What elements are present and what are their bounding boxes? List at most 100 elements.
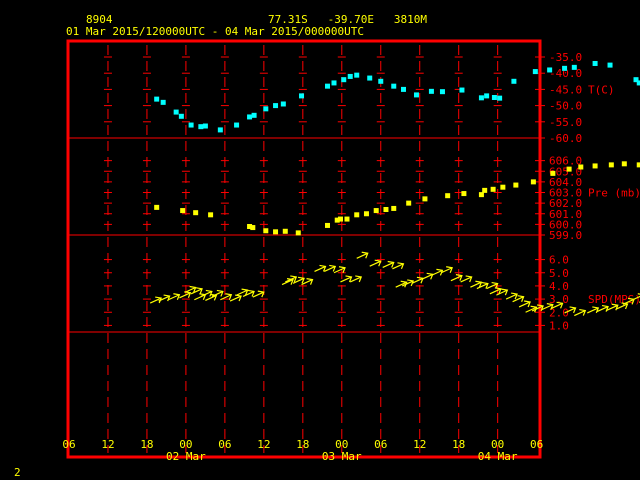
wind-arrow xyxy=(587,306,600,314)
pressure-point xyxy=(263,228,269,234)
pressure-point xyxy=(193,210,199,216)
wind-arrow xyxy=(333,266,346,274)
pressure-point xyxy=(621,161,627,167)
temperature-point xyxy=(428,88,434,94)
wind-arrow xyxy=(518,300,531,308)
pressure-point xyxy=(354,212,360,218)
x-tick-label: 06 xyxy=(374,438,387,451)
x-tick-label: 06 xyxy=(218,438,231,451)
page-number: 2 xyxy=(14,466,21,479)
temperature-point xyxy=(251,112,257,118)
wind-arrow xyxy=(382,260,395,269)
wind-arrow xyxy=(211,289,224,297)
pressure-point xyxy=(282,228,288,234)
pressure-point xyxy=(550,170,556,176)
pressure-point xyxy=(578,164,584,170)
wind-arrow xyxy=(440,266,453,274)
x-axis-labels: 06 12 18 00 06 12 18 00 06 12 18 00 0602 Mar 03 Mar 04… xyxy=(62,438,543,463)
time-range: 01 Mar 2015/120000UTC - 04 Mar 2015/0000… xyxy=(66,25,364,38)
pressure-point xyxy=(500,184,506,190)
wind-arrow xyxy=(431,268,444,276)
wind-arrow xyxy=(505,292,518,300)
pressure-point xyxy=(513,182,519,188)
y-tick-label: -55.0 xyxy=(549,116,582,129)
y-tick-label: 1.0 xyxy=(549,319,569,332)
temperature-point xyxy=(341,77,347,83)
wind-arrow xyxy=(392,262,405,270)
temperature-point xyxy=(367,75,373,81)
wind-arrow xyxy=(229,294,242,302)
pressure-point xyxy=(445,193,451,199)
wind-arrow xyxy=(489,287,502,295)
wind-arrow xyxy=(421,272,434,280)
pressure-point xyxy=(373,208,379,214)
wind-arrow xyxy=(369,259,382,267)
panel-label-pressure: Pre (mb) xyxy=(588,187,640,200)
temperature-point xyxy=(478,95,484,101)
pressure-point xyxy=(154,204,160,210)
temperature-point xyxy=(497,95,503,101)
x-day-label: 02 Mar xyxy=(166,450,206,463)
chart-header: 8904 77.31S -39.70E 3810M 01 Mar 2015/12… xyxy=(66,13,427,38)
x-tick-label: 18 xyxy=(296,438,309,451)
temperature-point xyxy=(592,60,598,66)
wind-arrow xyxy=(460,275,473,283)
temperature-point xyxy=(178,113,184,119)
pressure-point xyxy=(273,229,279,235)
y-tick-label: -45.0 xyxy=(549,83,582,96)
x-day-label: 04 Mar xyxy=(478,450,518,463)
y-tick-label: 599.0 xyxy=(549,229,582,242)
pressure-point xyxy=(530,179,536,185)
temperature-point xyxy=(532,69,538,75)
pressure-point xyxy=(344,216,350,222)
temperature-point xyxy=(439,89,445,95)
pressure-point xyxy=(337,216,343,222)
temperature-point xyxy=(273,103,279,109)
pressure-point xyxy=(363,211,369,217)
pressure-point xyxy=(592,163,598,169)
y-tick-label: -35.0 xyxy=(549,51,582,64)
panel-label-temperature: T(C) xyxy=(588,83,615,96)
x-tick-label: 12 xyxy=(257,438,270,451)
temperature-point xyxy=(354,72,360,78)
temperature-point xyxy=(547,67,553,73)
temperature-point xyxy=(247,114,253,120)
wind-arrow xyxy=(236,288,249,296)
chart-canvas: 8904 77.31S -39.70E 3810M 01 Mar 2015/12… xyxy=(14,13,640,479)
pressure-point xyxy=(180,208,186,214)
wind-arrow xyxy=(314,264,327,272)
wind-arrow xyxy=(450,274,463,282)
pressure-point xyxy=(391,205,397,211)
temperature-point xyxy=(347,73,353,79)
wind-arrow xyxy=(411,276,424,284)
pressure-point xyxy=(566,166,572,172)
temperature-point xyxy=(378,78,384,84)
temperature-point xyxy=(400,86,406,92)
y-tick-label: -50.0 xyxy=(549,100,582,113)
y-tick-label: -60.0 xyxy=(549,132,582,145)
y-tick-label: 5.0 xyxy=(549,267,569,280)
temperature-point xyxy=(607,62,613,68)
wind-arrow xyxy=(356,251,369,259)
pressure-point xyxy=(608,162,614,168)
temperature-point xyxy=(484,93,490,99)
pressure-point xyxy=(422,196,428,202)
x-tick-label: 12 xyxy=(101,438,114,451)
temperature-point xyxy=(511,78,517,84)
wind-arrow xyxy=(470,280,483,288)
x-tick-label: 18 xyxy=(140,438,153,451)
x-tick-label: 06 xyxy=(530,438,543,451)
pressure-point xyxy=(461,191,467,197)
grid xyxy=(68,45,540,453)
plot-frame xyxy=(66,39,542,459)
temperature-point xyxy=(491,95,497,100)
temperature-point xyxy=(459,87,465,93)
temperature-point xyxy=(234,122,240,128)
x-tick-label: 18 xyxy=(452,438,465,451)
pressure-point xyxy=(325,222,331,228)
pressure-point xyxy=(250,225,256,231)
temperature-point xyxy=(217,127,223,133)
wind-arrow xyxy=(168,293,181,301)
temperature-point xyxy=(154,96,160,102)
x-tick-label: 12 xyxy=(413,438,426,451)
